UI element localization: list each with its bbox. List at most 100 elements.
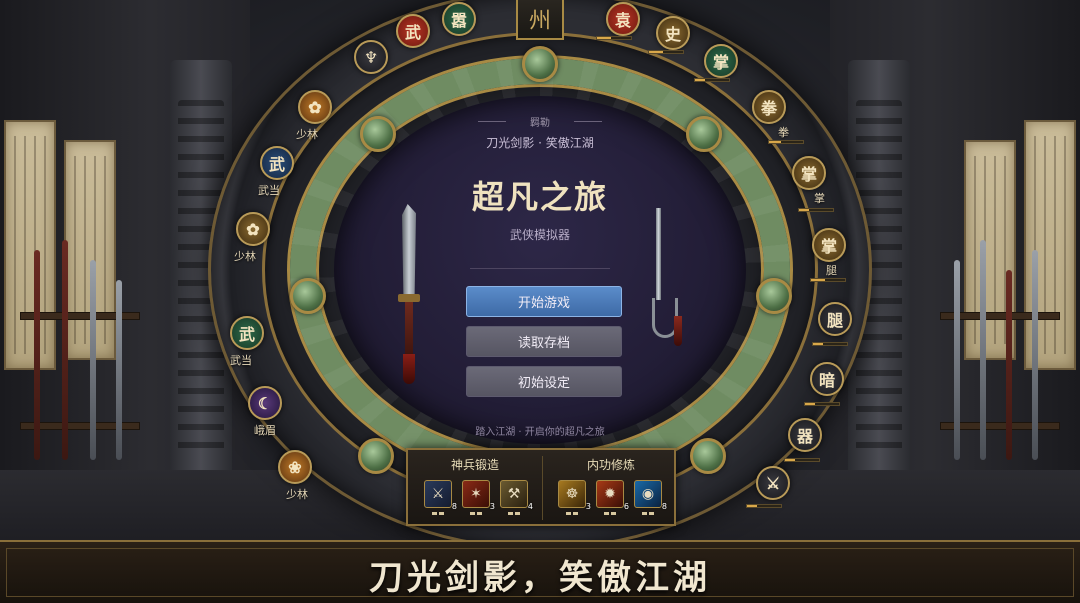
emblem-glyph: 器	[796, 427, 813, 446]
skill-label: 掌	[814, 192, 825, 205]
emblem-glyph: ☾	[257, 393, 273, 413]
aura-icon[interactable]: ◉ 8	[634, 480, 667, 511]
emblem-glyph: ✿	[246, 219, 260, 239]
skill-progress	[746, 504, 782, 508]
slot-glyph: ⚒	[507, 486, 521, 502]
emblem-glyph: 掌	[800, 165, 817, 184]
jade-gem	[690, 438, 726, 474]
leg-skill-icon[interactable]: 腿	[818, 302, 852, 336]
emblem-glyph: ✿	[308, 97, 322, 117]
dagger-glyph: ⚔	[765, 473, 781, 493]
skill-progress	[798, 208, 834, 212]
saber-illustration	[398, 204, 420, 384]
weapon-rack	[940, 240, 1060, 470]
emblem-glyph: 腿	[826, 311, 843, 330]
slot-pips	[634, 512, 662, 516]
emblem-shi[interactable]: 史	[656, 16, 690, 50]
load-save-button[interactable]: 读取存档	[466, 326, 622, 357]
emblem-glyph: 史	[664, 25, 681, 44]
emblem-glyph: 掌	[712, 53, 729, 72]
sect-label: 武当	[230, 354, 252, 367]
slot-pips	[424, 512, 452, 516]
hidden-weapon-skill-icon[interactable]: 暗	[810, 362, 844, 396]
sect-label: 少林	[286, 488, 308, 501]
jade-gem	[360, 116, 396, 152]
wudang-icon[interactable]: 武	[230, 316, 264, 350]
skill-progress	[810, 278, 846, 282]
slot-glyph: ☸	[565, 486, 579, 502]
emblem-progress	[596, 36, 632, 40]
sect-crest-icon[interactable]: ♆	[354, 40, 388, 74]
skill-label: 拳	[778, 126, 789, 139]
emblem-zhang[interactable]: 掌	[704, 44, 738, 78]
bottom-banner: 刀光剑影，笑傲江湖	[0, 540, 1080, 603]
jade-gem	[686, 116, 722, 152]
flame-blade-icon[interactable]: ✶ 3	[462, 480, 495, 511]
lotus-icon[interactable]: ✿	[298, 90, 332, 124]
slot-count: 8	[451, 502, 457, 511]
wudang-icon[interactable]: 武	[260, 146, 294, 180]
slot-count: 6	[623, 502, 629, 511]
crest-glyph: 州	[528, 9, 551, 34]
panel-divider	[542, 456, 543, 520]
fire-body-icon[interactable]: ✹ 6	[596, 480, 629, 511]
start-game-button[interactable]: 开始游戏	[466, 286, 622, 317]
fist-skill-icon[interactable]: 拳	[752, 90, 786, 124]
emblem-glyph: 武	[404, 23, 421, 42]
emblem-glyph: 嚣	[450, 11, 467, 30]
slot-pips	[558, 512, 586, 516]
paw-icon[interactable]: ❀	[278, 450, 312, 484]
game-scene: 州 武 嚣 袁 史 掌 ♆ ✿ 少林 武 武当 ✿ 少林 武 武当 ☾ 峨眉 ❀…	[0, 0, 1080, 603]
slot-pips	[500, 512, 528, 516]
emblem-xiao[interactable]: 嚣	[442, 2, 476, 36]
emblem-yuan[interactable]: 袁	[606, 2, 640, 36]
inner-power-title: 内功修炼	[586, 458, 635, 472]
skill-progress	[768, 140, 804, 144]
meditation-icon[interactable]: ☸ 3	[558, 480, 591, 511]
slot-pips	[462, 512, 490, 516]
menu-top-label: 羁勒	[478, 114, 602, 129]
skill-progress	[784, 458, 820, 462]
sword-icon[interactable]: ⚔ 8	[424, 480, 457, 511]
lotus-icon[interactable]: ✿	[236, 212, 270, 246]
slot-count: 3	[489, 502, 495, 511]
moon-icon[interactable]: ☾	[248, 386, 282, 420]
game-title: 超凡之旅	[471, 178, 608, 216]
dagger-icon[interactable]: ⚔	[756, 466, 790, 500]
slot-glyph: ✹	[604, 486, 616, 502]
emblem-glyph: 袁	[614, 11, 631, 30]
sect-label: 少林	[234, 250, 256, 263]
axe-icon[interactable]: ⚒ 4	[500, 480, 533, 511]
skill-progress	[812, 342, 848, 346]
palm-skill-icon[interactable]: 掌	[792, 156, 826, 190]
top-crest: 州	[516, 0, 564, 40]
menu-divider	[470, 268, 610, 269]
skill-progress	[804, 402, 840, 406]
emblem-progress	[694, 78, 730, 82]
jade-gem	[756, 278, 792, 314]
forge-title: 神兵锻造	[450, 458, 499, 472]
initial-settings-button[interactable]: 初始设定	[466, 366, 622, 397]
jade-gem	[522, 46, 558, 82]
jade-gem	[290, 278, 326, 314]
game-subtitle: 武侠模拟器	[509, 228, 570, 242]
menu-tagline: 刀光剑影 · 笑傲江湖	[486, 136, 594, 150]
skill-label: 腿	[826, 264, 837, 277]
weapon-skill-icon[interactable]: 器	[788, 418, 822, 452]
slot-count: 3	[585, 502, 591, 511]
palm-skill-icon[interactable]: 掌	[812, 228, 846, 262]
emblem-glyph: 武	[238, 325, 255, 344]
jade-gem	[358, 438, 394, 474]
slot-count: 8	[661, 502, 667, 511]
sect-label: 少林	[296, 128, 318, 141]
emblem-glyph: 掌	[820, 237, 837, 256]
skills-panel: 神兵锻造 内功修炼 ⚔ 8 ✶ 3 ⚒ 4 ☸ 3 ✹ 6 ◉ 8	[406, 448, 676, 526]
slot-glyph: ⚔	[431, 486, 445, 502]
emblem-glyph: 暗	[818, 371, 835, 390]
emblem-glyph: 武	[268, 155, 285, 174]
slot-glyph: ✶	[470, 486, 482, 502]
emblem-wu[interactable]: 武	[396, 14, 430, 48]
hook-sword-illustration	[650, 208, 686, 348]
slot-pips	[596, 512, 624, 516]
slot-glyph: ◉	[641, 486, 655, 502]
